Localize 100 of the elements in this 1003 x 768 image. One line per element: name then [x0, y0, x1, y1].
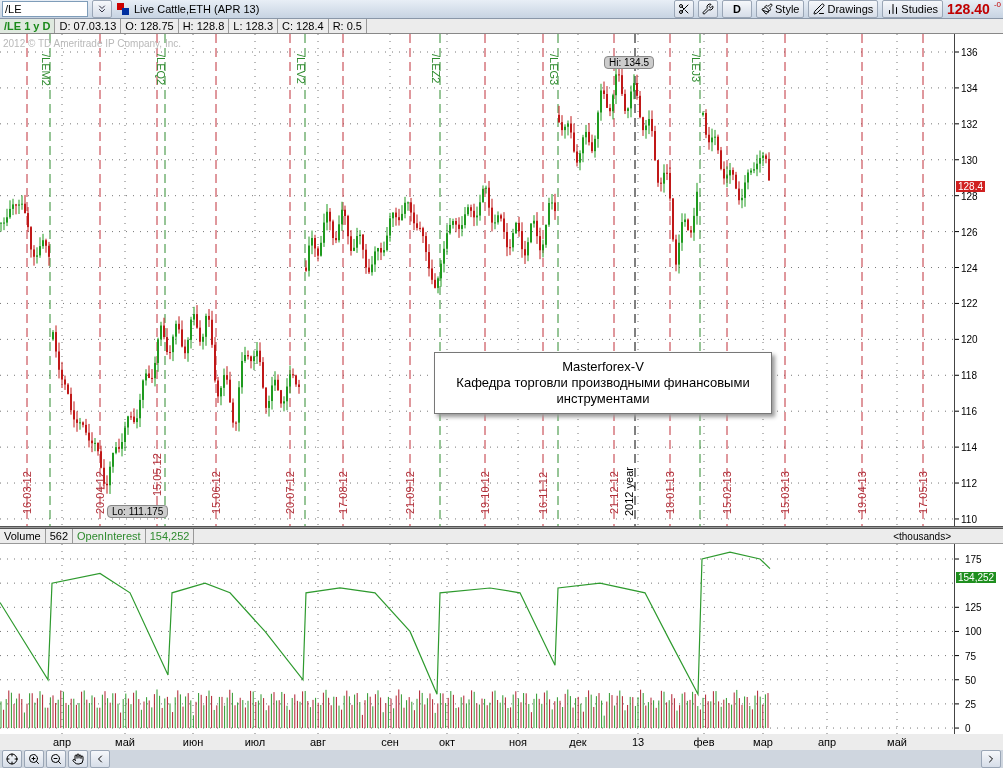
- axis-tick-label: 110: [961, 513, 977, 525]
- contract-label: /LEV2: [295, 54, 307, 84]
- quote-field: L: 128.3: [229, 19, 279, 33]
- scissors-icon: [678, 3, 691, 15]
- date-label: 21.09.12: [404, 471, 416, 514]
- wrench-button[interactable]: [698, 0, 719, 18]
- toolbar-button[interactable]: Drawings: [808, 0, 879, 18]
- legend-item: 154,252: [145, 529, 195, 543]
- hand-icon: [72, 753, 84, 765]
- axis-tick-label: 25: [965, 698, 977, 710]
- axis-tick-label: 122: [961, 298, 978, 310]
- scroll-right-button[interactable]: [981, 750, 1001, 768]
- legend-item: OpenInterest: [73, 529, 146, 543]
- quote-field: H: 128.8: [178, 19, 230, 33]
- date-label: 20.07.12: [284, 471, 296, 514]
- date-label: 16.11.12: [537, 472, 549, 514]
- contract-label: /LEZ2: [430, 54, 442, 84]
- date-label: 18.01.13: [664, 471, 676, 514]
- axis-tick-label: 126: [961, 226, 978, 238]
- note-title: Masterforex-V: [561, 359, 645, 375]
- toolbar-button[interactable]: Studies: [882, 0, 944, 18]
- axis-tick-label: 0: [965, 723, 971, 734]
- axis-tick-label: 116: [961, 406, 977, 418]
- quote-field: R: 0.5: [328, 19, 367, 33]
- symbol-period: /LE 1 y D: [0, 19, 56, 33]
- chart-icon: [887, 3, 900, 15]
- axis-tick-label: 75: [965, 650, 977, 662]
- month-label: ноя: [508, 736, 528, 748]
- month-label: авг: [310, 736, 326, 748]
- contract-label: /LEG3: [548, 54, 560, 86]
- month-label: окт: [438, 736, 456, 748]
- axis-tick-label: 130: [961, 154, 978, 166]
- zoom-out-icon: [50, 753, 62, 765]
- axis-tick-label: 136: [961, 47, 978, 58]
- date-label: 19.04.13: [856, 471, 868, 514]
- wrench-icon: [702, 3, 715, 15]
- date-label: 16.03.12: [21, 471, 33, 514]
- zoom-in-icon: [28, 753, 40, 765]
- quote-field: C: 128.4: [278, 19, 329, 33]
- dropdown-button[interactable]: [92, 0, 112, 18]
- axis-tick-label: 124: [961, 262, 978, 274]
- quote-field: D: 07.03.13: [55, 19, 122, 33]
- date-label: 17.05.13: [917, 471, 929, 514]
- brush-icon: [761, 3, 773, 15]
- month-label: апр: [52, 736, 72, 748]
- date-label: 15.05.12: [151, 453, 163, 496]
- price-marker: 128.4: [956, 181, 986, 193]
- contract-label: /LEJ3: [690, 54, 702, 83]
- month-label: фев: [693, 736, 715, 748]
- last-price: 128.40: [947, 1, 990, 17]
- quote-field: O: 128.75: [121, 19, 179, 33]
- high-label: Hi: 134.5: [604, 56, 655, 69]
- month-label: май: [887, 736, 907, 748]
- axis-tick-label: 128: [961, 190, 978, 202]
- crosshair-icon: [6, 753, 18, 765]
- scroll-left-button[interactable]: [90, 750, 110, 768]
- axis-tick-label: 132: [961, 118, 978, 130]
- contract-label: /LEM2: [40, 54, 52, 86]
- zoom-in-button[interactable]: [24, 750, 44, 768]
- axis-tick-label: 134: [961, 82, 978, 94]
- axis-tick-label: 114: [961, 442, 977, 454]
- hand-button[interactable]: [68, 750, 88, 768]
- date-label: 19.10.12: [479, 471, 491, 514]
- month-label: июл: [244, 736, 266, 748]
- date-label: 20.04.12: [94, 471, 106, 514]
- date-label: 15.03.13: [779, 471, 791, 514]
- zoom-out-button[interactable]: [46, 750, 66, 768]
- date-label: 21.12.12: [608, 471, 620, 514]
- axis-tick-label: 100: [965, 626, 982, 638]
- date-label: 17.08.12: [337, 471, 349, 514]
- axis-tick-label: 120: [961, 334, 978, 346]
- axis-tick-label: 175: [965, 554, 982, 565]
- period-button[interactable]: D: [722, 0, 752, 18]
- axis-tick-label: 50: [965, 674, 977, 686]
- month-label: мар: [753, 736, 773, 748]
- crosshair-button[interactable]: [2, 750, 22, 768]
- toolbar-button[interactable]: Style: [756, 0, 805, 18]
- scissors-button[interactable]: [674, 0, 695, 18]
- axis-tick-label: 118: [961, 370, 977, 382]
- price-change: -0: [993, 0, 1001, 9]
- legend-item: 562: [45, 529, 74, 543]
- date-label: 15.02.13: [721, 471, 733, 514]
- value-marker: 154,252: [956, 572, 997, 584]
- axis-tick-label: 112: [961, 478, 977, 490]
- month-label: 13: [631, 736, 645, 748]
- date-label: 15.06.12: [210, 471, 222, 514]
- year-label: 2012 year: [623, 467, 635, 516]
- units-label: <thousands>: [893, 530, 952, 542]
- axis-tick-label: 125: [965, 602, 982, 614]
- month-label: май: [115, 736, 135, 748]
- month-label: дек: [569, 736, 587, 748]
- instrument-name: Live Cattle,ETH (APR 13): [134, 3, 260, 15]
- symbol-field[interactable]: /LE: [2, 1, 88, 17]
- month-label: сен: [381, 736, 399, 748]
- note-text: Кафедра торговли производными финансовыми инструментами: [455, 375, 751, 407]
- copyright-text: 2012 © TD Ameritrade IP Company, Inc.: [3, 38, 181, 49]
- contract-label: /LEQ2: [155, 54, 167, 86]
- chevrons-down-icon: [96, 3, 108, 15]
- month-label: июн: [182, 736, 204, 748]
- low-label: Lo: 111.175: [107, 505, 169, 518]
